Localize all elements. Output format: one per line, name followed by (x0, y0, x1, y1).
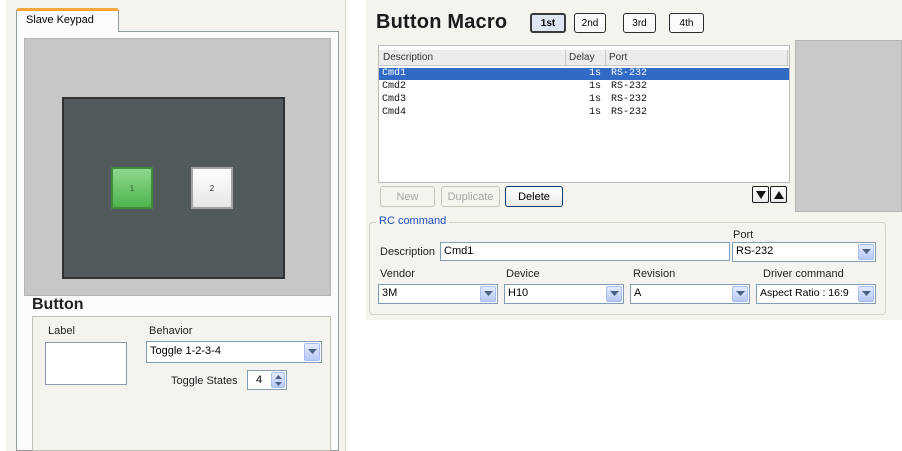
label-caption: Label (48, 325, 75, 337)
keypad-key-1[interactable]: 1 (111, 167, 153, 209)
port-value: RS-232 (736, 245, 774, 257)
row-description: Cmd3 (382, 94, 407, 105)
row-port: RS-232 (611, 68, 648, 79)
command-row[interactable]: Cmd4 1s RS-232 (379, 107, 789, 119)
command-list[interactable]: Description Delay Port Cmd1 1s RS-232 Cm… (378, 45, 790, 183)
description-field[interactable]: Cmd1 (440, 242, 730, 261)
device-caption: Device (506, 268, 540, 280)
command-row[interactable]: Cmd3 1s RS-232 (379, 94, 789, 106)
keypad-frame (62, 97, 285, 279)
chevron-down-icon[interactable] (858, 286, 874, 302)
port-caption: Port (733, 229, 754, 241)
command-list-header: Description Delay Port (379, 50, 789, 66)
keypad-key-2[interactable]: 2 (191, 167, 233, 209)
row-description: Cmd2 (382, 81, 407, 92)
command-row[interactable]: Cmd2 1s RS-232 (379, 81, 789, 93)
toggle-states-value: 4 (256, 374, 263, 386)
move-up-button[interactable] (770, 186, 787, 203)
toggle-states-stepper[interactable]: 4 (247, 370, 287, 390)
vendor-caption: Vendor (380, 268, 415, 280)
revision-caption: Revision (633, 268, 676, 280)
driver-command-select[interactable]: Aspect Ratio : 16:9 (756, 284, 876, 304)
tab-2nd[interactable]: 2nd (574, 13, 606, 33)
button-section-title: Button (32, 296, 84, 313)
row-description: Cmd1 (382, 68, 407, 79)
chevron-down-icon[interactable] (480, 286, 496, 302)
tab-slave-keypad[interactable]: Slave Keypad (16, 8, 119, 32)
row-delay: 1s (589, 68, 602, 79)
column-delay[interactable]: Delay (569, 52, 595, 63)
triangle-up-icon (773, 190, 784, 199)
column-description[interactable]: Description (383, 52, 433, 63)
chevron-down-icon[interactable] (304, 343, 320, 361)
row-delay: 1s (589, 94, 602, 105)
vendor-select[interactable]: 3M (378, 284, 498, 304)
label-input[interactable] (45, 342, 127, 385)
port-select[interactable]: RS-232 (732, 242, 876, 262)
duplicate-button[interactable]: Duplicate (441, 186, 500, 207)
behavior-value: Toggle 1-2-3-4 (150, 345, 221, 357)
revision-select[interactable]: A (630, 284, 750, 304)
row-port: RS-232 (611, 107, 648, 118)
new-button[interactable]: New (380, 186, 435, 207)
driver-command-value: Aspect Ratio : 16:9 (760, 287, 849, 299)
column-port[interactable]: Port (609, 52, 627, 63)
triangle-down-icon (755, 190, 766, 199)
tab-3rd[interactable]: 3rd (623, 13, 656, 33)
row-description: Cmd4 (382, 107, 407, 118)
command-row[interactable]: Cmd1 1s RS-232 (379, 68, 789, 80)
button-extra-group (32, 391, 331, 451)
rc-command-legend: RC command (376, 215, 450, 227)
move-down-button[interactable] (752, 186, 769, 203)
device-select[interactable]: H10 (504, 284, 624, 304)
device-value: H10 (508, 287, 529, 299)
row-port: RS-232 (611, 94, 648, 105)
behavior-select[interactable]: Toggle 1-2-3-4 (146, 341, 322, 363)
description-caption: Description (380, 246, 436, 258)
macro-side-area (795, 40, 902, 212)
row-delay: 1s (589, 81, 602, 92)
chevron-down-icon[interactable] (858, 244, 874, 260)
driver-command-caption: Driver command (763, 268, 844, 280)
spinner-arrows-icon[interactable] (271, 372, 285, 388)
macro-title: Button Macro (376, 11, 508, 33)
tab-1st[interactable]: 1st (530, 13, 566, 33)
delete-button[interactable]: Delete (505, 186, 563, 207)
chevron-down-icon[interactable] (732, 286, 748, 302)
tab-4th[interactable]: 4th (669, 13, 704, 33)
toggle-states-caption: Toggle States (171, 375, 238, 387)
revision-value: A (634, 287, 642, 299)
row-delay: 1s (589, 107, 602, 118)
vendor-value: 3M (382, 287, 398, 299)
row-port: RS-232 (611, 81, 648, 92)
chevron-down-icon[interactable] (606, 286, 622, 302)
behavior-caption: Behavior (149, 325, 193, 337)
